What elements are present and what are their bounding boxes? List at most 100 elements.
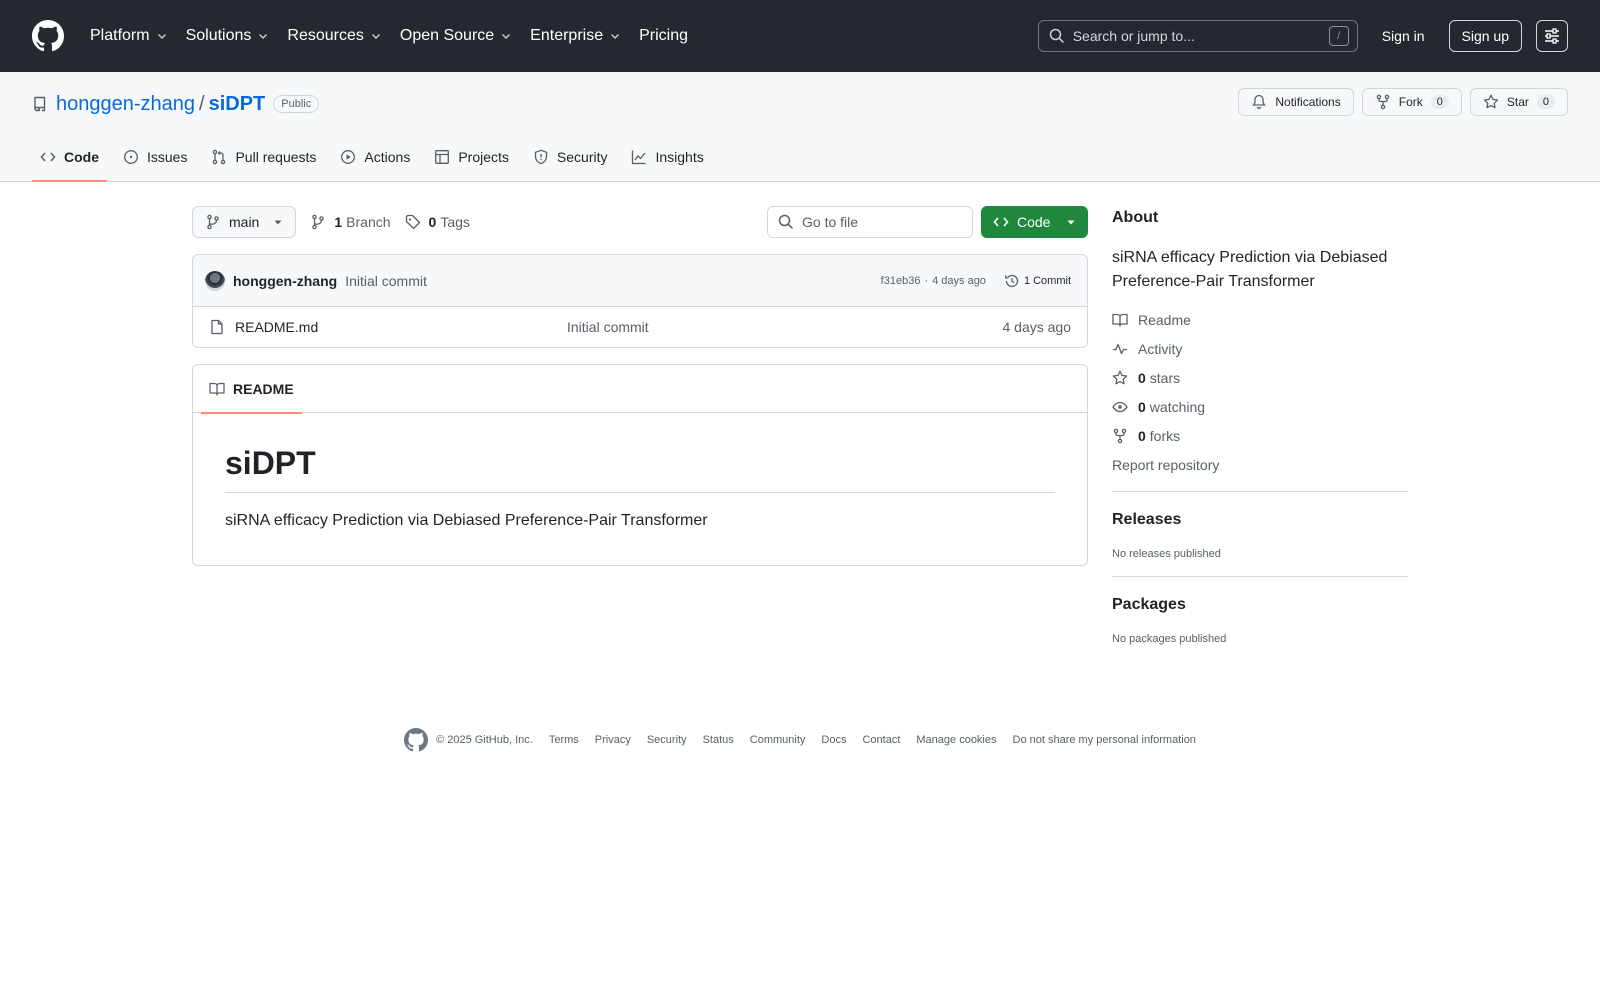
forks-count: 0 [1138, 428, 1146, 444]
footer-link-terms[interactable]: Terms [549, 734, 579, 746]
nav-label: Resources [287, 27, 364, 44]
fork-button[interactable]: Fork 0 [1361, 88, 1462, 116]
repo-header: honggen-zhang / siDPT Public Notificatio… [0, 72, 1600, 182]
caret-down-icon [274, 220, 282, 225]
tab-code[interactable]: Code [32, 133, 107, 182]
file-row[interactable]: README.md Initial commit 4 days ago [193, 307, 1087, 347]
bell-icon [1252, 94, 1267, 109]
nav-label: Solutions [185, 27, 252, 44]
branch-icon [312, 214, 325, 230]
global-header: Platform Solutions Resources Open Source… [0, 0, 1600, 72]
tab-issues[interactable]: Issues [115, 133, 195, 181]
footer-link-manage-cookies[interactable]: Manage cookies [916, 734, 996, 746]
notifications-label: Notifications [1275, 95, 1341, 109]
readme-tab[interactable]: README [201, 365, 302, 414]
pull-request-icon [213, 149, 226, 165]
commit-message-link[interactable]: Initial commit [345, 273, 427, 289]
github-logo-icon[interactable] [404, 728, 429, 752]
avatar[interactable] [205, 270, 225, 291]
code-button[interactable]: Code [981, 206, 1088, 238]
nav-solutions[interactable]: Solutions [186, 27, 270, 45]
sliders-icon [1545, 28, 1559, 44]
tab-actions[interactable]: Actions [332, 133, 418, 181]
branches-link[interactable]: 1 Branch [310, 214, 391, 230]
search-input[interactable]: Search or jump to... / [1037, 20, 1358, 52]
nav-resources[interactable]: Resources [287, 27, 381, 45]
chevron-down-icon [371, 34, 380, 39]
commits-history-link[interactable]: 1 Commit [1004, 273, 1071, 289]
table-icon [435, 150, 450, 164]
file-name-link[interactable]: README.md [235, 319, 567, 335]
book-icon [1112, 313, 1128, 327]
search-placeholder: Search or jump to... [1072, 28, 1195, 44]
file-commit-message[interactable]: Initial commit [567, 319, 649, 335]
report-repository-link[interactable]: Report repository [1112, 455, 1408, 475]
search-icon [778, 214, 794, 230]
nav-pricing[interactable]: Pricing [639, 27, 688, 45]
commit-author-link[interactable]: honggen-zhang [233, 273, 337, 289]
tab-projects[interactable]: Projects [426, 133, 517, 181]
tag-icon [405, 214, 420, 230]
file-age: 4 days ago [1002, 319, 1072, 335]
repo-name-link[interactable]: siDPT [209, 93, 266, 116]
releases-heading[interactable]: Releases [1112, 508, 1408, 532]
sign-in-link[interactable]: Sign in [1370, 28, 1437, 44]
branch-selector[interactable]: main [192, 206, 297, 238]
readme-content: siDPT siRNA efficacy Prediction via Debi… [193, 413, 1087, 565]
star-button[interactable]: Star 0 [1469, 88, 1568, 116]
book-icon [209, 382, 225, 396]
file-browser: honggen-zhang Initial commit f31eb36 · 4… [192, 254, 1088, 348]
releases-note: No releases published [1112, 548, 1221, 560]
top-nav: Platform Solutions Resources Open Source… [90, 27, 706, 45]
repo-title: honggen-zhang / siDPT Public [32, 90, 320, 118]
footer-link-docs[interactable]: Docs [821, 734, 846, 746]
code-button-label: Code [1017, 214, 1051, 230]
packages-heading[interactable]: Packages [1112, 593, 1408, 617]
readme-link[interactable]: Readme [1112, 310, 1408, 330]
readme-link-label: Readme [1138, 312, 1191, 328]
code-icon [993, 217, 1009, 227]
commit-hash-link[interactable]: f31eb36 [881, 275, 921, 287]
footer-link-security[interactable]: Security [647, 734, 687, 746]
tab-security[interactable]: Security [525, 133, 616, 181]
chevron-down-icon [611, 34, 620, 39]
readme-header: README [193, 365, 1087, 414]
header-actions: Search or jump to... / Sign in Sign up [1037, 0, 1568, 72]
menu-button[interactable] [1536, 20, 1568, 52]
packages-note: No packages published [1112, 633, 1227, 645]
tab-pull-requests[interactable]: Pull requests [203, 133, 324, 181]
activity-link[interactable]: Activity [1112, 339, 1408, 359]
repo-icon [34, 96, 46, 112]
footer-link-do-not-share[interactable]: Do not share my personal information [1013, 734, 1196, 746]
footer-link-contact[interactable]: Contact [862, 734, 900, 746]
footer-link-community[interactable]: Community [750, 734, 806, 746]
footer-link-privacy[interactable]: Privacy [595, 734, 631, 746]
star-icon [1483, 94, 1499, 109]
nav-label: Open Source [399, 27, 495, 44]
nav-enterprise[interactable]: Enterprise [530, 27, 621, 45]
github-logo-icon[interactable] [32, 20, 64, 52]
footer-link-status[interactable]: Status [703, 734, 734, 746]
forks-link[interactable]: 0 forks [1112, 426, 1408, 446]
search-shortcut-key: / [1328, 26, 1349, 46]
nav-platform[interactable]: Platform [90, 27, 168, 45]
commits-count-label: 1 Commit [1023, 274, 1071, 287]
sign-up-button[interactable]: Sign up [1448, 20, 1522, 52]
file-toolbar: main 1 Branch 0 Tags Go to file Code [192, 206, 1088, 238]
star-icon [1112, 370, 1128, 385]
branch-icon [207, 214, 219, 230]
stars-link[interactable]: 0 stars [1112, 368, 1408, 388]
visibility-badge: Public [273, 95, 320, 113]
nav-open-source[interactable]: Open Source [400, 27, 512, 45]
tab-label: Insights [655, 149, 704, 165]
go-to-file-input[interactable]: Go to file [767, 206, 973, 238]
tab-insights[interactable]: Insights [623, 133, 711, 181]
latest-commit-row: honggen-zhang Initial commit f31eb36 · 4… [193, 255, 1087, 307]
watching-link[interactable]: 0 watching [1112, 397, 1408, 417]
branch-label: Branch [346, 214, 391, 230]
repo-owner-link[interactable]: honggen-zhang [56, 93, 195, 116]
fork-count: 0 [1430, 95, 1449, 109]
tags-link[interactable]: 0 Tags [405, 214, 470, 230]
sidebar-divider [1112, 576, 1408, 577]
notifications-button[interactable]: Notifications [1238, 88, 1354, 116]
